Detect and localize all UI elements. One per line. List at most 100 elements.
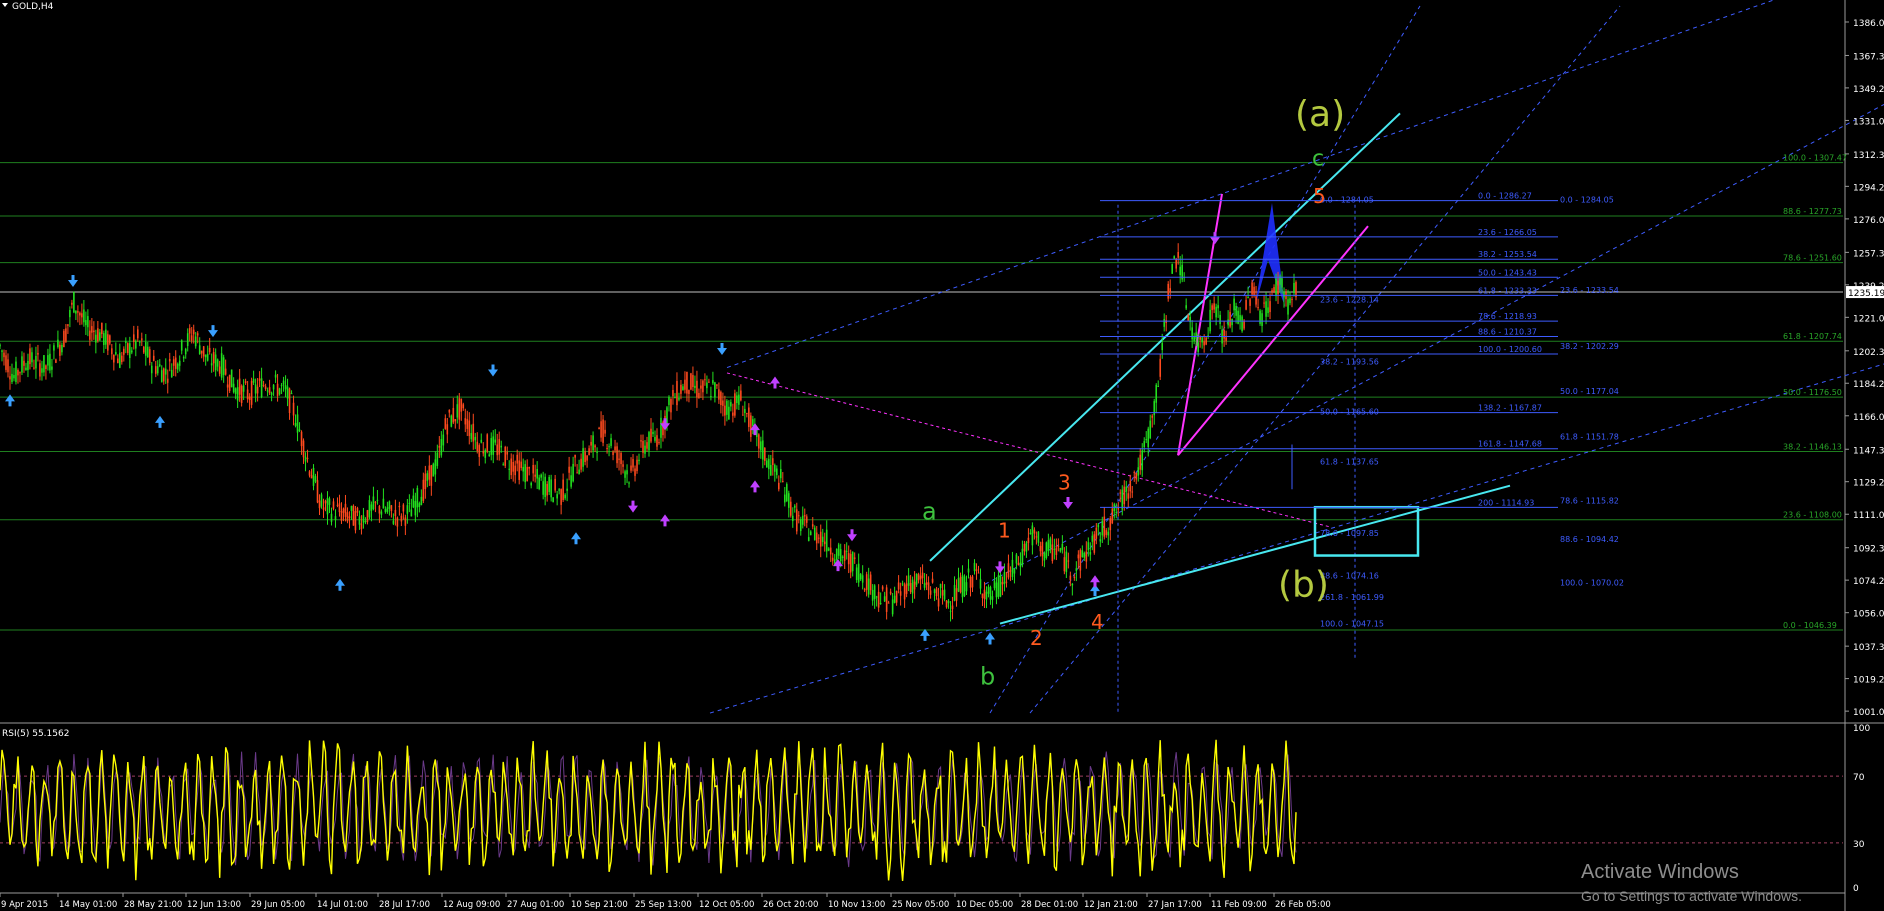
candle-body — [378, 506, 381, 514]
candle-body — [188, 328, 191, 334]
candle-body — [1253, 286, 1255, 296]
fib-label-set-mid: 0.0 - 1284.05 — [1320, 196, 1374, 205]
candle-body — [1171, 264, 1173, 274]
candle-body — [388, 501, 391, 509]
candle-body — [13, 375, 15, 379]
candle-body — [276, 383, 279, 396]
candle-body — [142, 346, 145, 353]
candle-body — [442, 434, 445, 446]
candle-body — [863, 589, 866, 591]
candle-body — [1033, 529, 1036, 534]
candle-body — [296, 414, 299, 433]
candle-body — [256, 386, 259, 394]
candle-body — [546, 483, 548, 496]
candle-body — [150, 365, 153, 374]
up-arrow-icon — [985, 632, 995, 645]
candle-body — [1229, 311, 1231, 327]
candle-body — [1259, 310, 1261, 324]
candle-body — [121, 355, 123, 363]
candle-body — [73, 292, 75, 313]
candle-body — [602, 419, 604, 443]
wave-label: 5 — [1313, 184, 1326, 208]
candle-body — [1175, 258, 1177, 269]
candle-body — [867, 578, 870, 595]
candle-body — [933, 589, 936, 594]
candle-body — [734, 393, 736, 416]
candle-body — [762, 440, 764, 460]
candle-body — [789, 501, 792, 516]
candle-body — [1049, 538, 1052, 549]
candle-body — [626, 470, 628, 475]
candle-body — [87, 316, 89, 328]
candle-body — [550, 479, 552, 498]
candle-body — [1191, 327, 1193, 340]
fib-label-set-2: 50.0 - 1177.04 — [1560, 387, 1619, 396]
fib-label-set-1: 38.2 - 1253.54 — [1478, 250, 1537, 259]
candle-body — [91, 326, 93, 333]
candle-body — [1013, 568, 1016, 574]
candle-body — [1143, 441, 1146, 448]
candle-body — [1043, 552, 1046, 561]
candle-body — [506, 451, 509, 455]
candle-body — [901, 583, 904, 585]
candle-body — [414, 501, 417, 516]
candle-body — [799, 519, 802, 532]
candle-body — [1135, 472, 1138, 480]
candle-body — [67, 324, 69, 326]
candle-body — [608, 446, 610, 448]
candle-body — [484, 449, 487, 458]
candle-body — [59, 344, 61, 356]
candle-body — [787, 493, 790, 508]
candle-body — [943, 589, 946, 600]
candle-body — [148, 349, 151, 363]
candle-body — [33, 367, 35, 369]
candle-body — [997, 575, 1000, 597]
candle-body — [1219, 314, 1221, 324]
candle-body — [1255, 296, 1257, 305]
price-chart[interactable]: 0.0 - 1286.27 23.6 - 1266.05 38.2 - 1253.5… — [0, 0, 1884, 911]
candle-body — [1233, 298, 1235, 311]
candle-body — [985, 591, 988, 600]
candle-body — [334, 516, 337, 521]
candle-body — [402, 504, 405, 512]
fib-label-set-2: 61.8 - 1151.78 — [1560, 432, 1619, 441]
candle-body — [129, 343, 131, 358]
candle-body — [1083, 552, 1086, 558]
candle-body — [486, 434, 489, 452]
candle-body — [903, 584, 906, 600]
candle-body — [168, 358, 171, 362]
candle-body — [760, 441, 762, 451]
candle-body — [400, 515, 403, 522]
candle-body — [1225, 337, 1227, 341]
candle-body — [119, 352, 121, 368]
candle-body — [130, 350, 133, 353]
candle-body — [218, 366, 221, 374]
candle-body — [238, 378, 241, 395]
price-tick-label: 1147.37 — [1853, 446, 1884, 456]
candle-body — [598, 427, 600, 430]
candle-body — [815, 532, 818, 544]
candle-body — [530, 482, 532, 486]
candle-body — [843, 550, 846, 561]
candle-body — [783, 494, 786, 503]
candle-body — [496, 444, 499, 456]
candle-body — [37, 352, 39, 355]
candle-body — [566, 488, 568, 491]
candle-body — [350, 505, 353, 511]
candle-body — [542, 481, 544, 495]
candle-body — [825, 529, 828, 552]
price-tick-label: 1221.07 — [1853, 314, 1884, 324]
candle-body — [448, 409, 451, 413]
candle-body — [957, 578, 960, 592]
candle-body — [927, 582, 930, 591]
candle-body — [698, 392, 700, 399]
candle-body — [1257, 307, 1259, 309]
candle-body — [176, 363, 179, 370]
price-tick-label: 1202.37 — [1853, 348, 1884, 358]
candle-body — [1167, 283, 1169, 299]
wave-label: 4 — [1091, 610, 1104, 634]
candle-body — [65, 328, 67, 342]
candle-body — [744, 408, 746, 414]
candle-body — [57, 339, 59, 348]
candle-body — [588, 448, 590, 456]
